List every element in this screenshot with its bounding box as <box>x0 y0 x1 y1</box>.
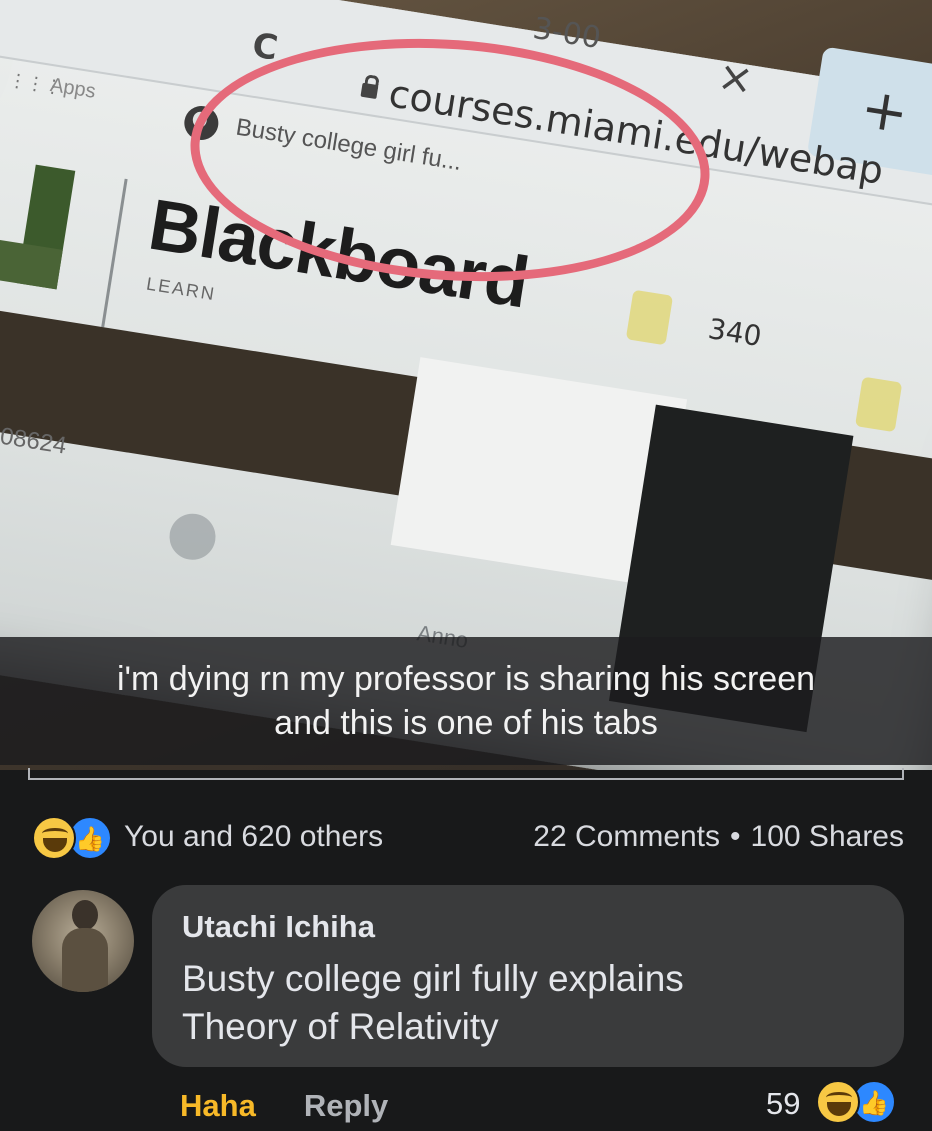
comment-body: Busty college girl fully explains Theory… <box>182 955 882 1051</box>
yellow-tab-marker <box>625 289 674 346</box>
media-divider <box>28 768 904 780</box>
post-stats: 22 Comments • 100 Shares <box>533 820 904 854</box>
comment-body-line-2: Theory of Relativity <box>182 1006 499 1047</box>
comment-actions: Haha Reply <box>180 1088 436 1124</box>
logo-divider <box>101 178 128 328</box>
haha-icon <box>32 816 76 860</box>
bookmark-apps-label: Apps <box>48 74 98 103</box>
haha-icon <box>816 1080 860 1124</box>
reply-button[interactable]: Reply <box>304 1088 388 1123</box>
avatar[interactable] <box>32 890 134 992</box>
count-badge: 340 <box>705 312 764 354</box>
tab-time: 3-00 <box>530 10 604 57</box>
shares-count[interactable]: 100 Shares <box>751 820 904 853</box>
comment-bubble: Utachi Ichiha Busty college girl fully e… <box>152 885 904 1067</box>
reaction-icons[interactable]: 👍 <box>32 816 122 860</box>
close-icon: × <box>714 50 757 105</box>
stats-separator: • <box>730 820 741 853</box>
grey-dot <box>166 510 219 564</box>
comment-author[interactable]: Utachi Ichiha <box>182 909 375 945</box>
caption-line-2: and this is one of his tabs <box>274 704 658 742</box>
reactions-summary[interactable]: You and 620 others <box>124 820 383 854</box>
comments-count[interactable]: 22 Comments <box>533 820 720 853</box>
blackboard-tagline: LEARN <box>145 273 218 305</box>
post-caption: i'm dying rn my professor is sharing his… <box>0 637 932 765</box>
caption-line-1: i'm dying rn my professor is sharing his… <box>116 660 816 698</box>
reactions-row[interactable]: 👍 You and 620 others 22 Comments • 100 Sha… <box>0 800 932 870</box>
haha-button[interactable]: Haha <box>180 1088 256 1123</box>
comment-reaction-count: 59 <box>766 1086 801 1121</box>
yellow-tab-marker <box>854 376 903 433</box>
comment-reactions[interactable]: 59 👍 <box>766 1080 906 1126</box>
comment-body-line-1: Busty college girl fully explains <box>182 958 684 999</box>
university-logo <box>0 149 85 301</box>
